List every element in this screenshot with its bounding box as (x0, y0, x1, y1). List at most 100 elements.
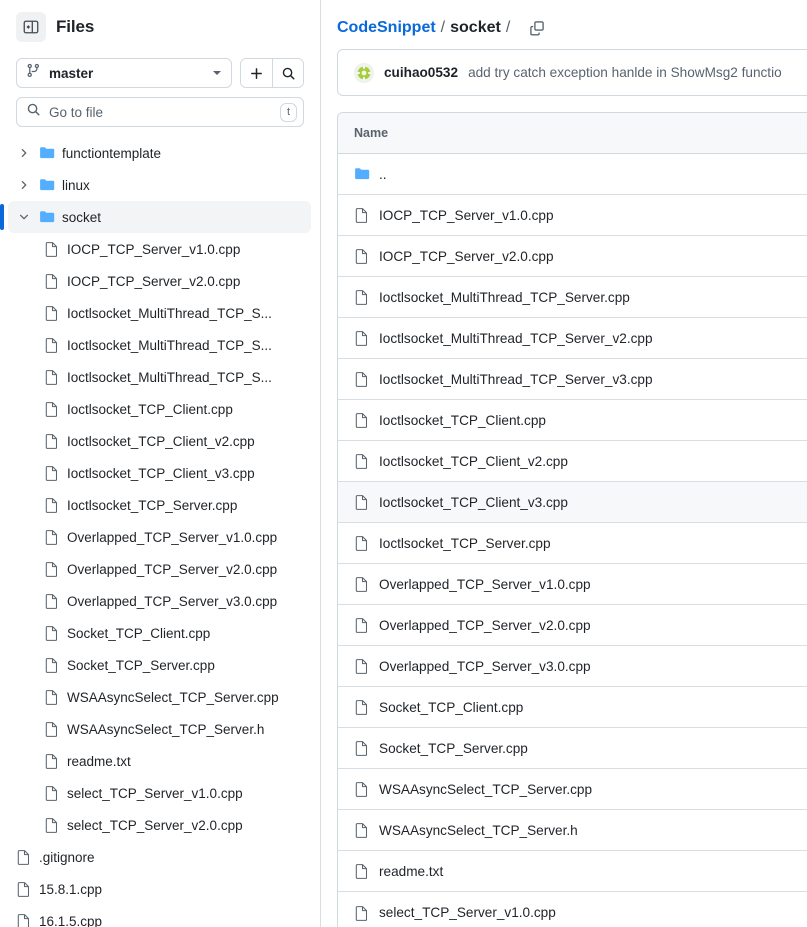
tree-file-item[interactable]: WSAAsyncSelect_TCP_Server.h (8, 713, 311, 745)
commit-message[interactable]: add try catch exception hanlde in ShowMs… (468, 65, 782, 80)
file-name-link[interactable]: Ioctlsocket_TCP_Client.cpp (379, 413, 546, 428)
file-name-link[interactable]: IOCP_TCP_Server_v1.0.cpp (379, 208, 554, 223)
tree-file-item[interactable]: select_TCP_Server_v2.0.cpp (8, 809, 311, 841)
tree-file-item[interactable]: 15.8.1.cpp (8, 873, 311, 905)
file-icon (16, 881, 32, 897)
breadcrumb-current-folder[interactable]: socket (450, 19, 501, 37)
commit-author-link[interactable]: cuihao0532 (384, 65, 458, 80)
tree-file-item[interactable]: Socket_TCP_Client.cpp (8, 617, 311, 649)
table-row[interactable]: WSAAsyncSelect_TCP_Server.cpp (338, 769, 807, 810)
tree-item-label: Ioctlsocket_TCP_Server.cpp (67, 497, 238, 513)
file-name-link[interactable]: Socket_TCP_Server.cpp (379, 741, 528, 756)
tree-file-item[interactable]: IOCP_TCP_Server_v1.0.cpp (8, 233, 311, 265)
git-branch-icon (26, 63, 41, 83)
main-content: CodeSnippet / socket / cuihao0532 add tr… (321, 0, 807, 927)
tree-item-label: socket (62, 209, 102, 225)
file-name-link[interactable]: Overlapped_TCP_Server_v3.0.cpp (379, 659, 591, 674)
table-row[interactable]: readme.txt (338, 851, 807, 892)
github-files-page: Files master Go to file t functiontempla… (0, 0, 807, 927)
file-icon (354, 905, 370, 921)
tree-file-item[interactable]: Overlapped_TCP_Server_v3.0.cpp (8, 585, 311, 617)
sidebar-collapse-icon[interactable] (16, 12, 46, 42)
file-name-link[interactable]: select_TCP_Server_v1.0.cpp (379, 905, 556, 920)
file-name-link[interactable]: .. (379, 167, 387, 182)
page-title: Files (56, 17, 95, 36)
tree-file-item[interactable]: Ioctlsocket_TCP_Client_v3.cpp (8, 457, 311, 489)
tree-file-item[interactable]: readme.txt (8, 745, 311, 777)
file-name-link[interactable]: Ioctlsocket_TCP_Client_v2.cpp (379, 454, 568, 469)
tree-file-item[interactable]: Overlapped_TCP_Server_v1.0.cpp (8, 521, 311, 553)
folder-icon (39, 177, 55, 193)
file-name-link[interactable]: IOCP_TCP_Server_v2.0.cpp (379, 249, 554, 264)
tree-folder-item[interactable]: socket (0, 201, 311, 233)
tree-file-item[interactable]: .gitignore (8, 841, 311, 873)
file-name-link[interactable]: Ioctlsocket_MultiThread_TCP_Server_v3.cp… (379, 372, 653, 387)
add-file-button[interactable] (241, 59, 272, 87)
copy-path-icon[interactable] (528, 19, 546, 37)
table-row[interactable]: Socket_TCP_Server.cpp (338, 728, 807, 769)
table-row[interactable]: .. (338, 154, 807, 195)
avatar[interactable] (354, 62, 374, 83)
tree-item-label: Overlapped_TCP_Server_v1.0.cpp (67, 529, 278, 545)
chevron-right-icon[interactable] (16, 145, 32, 161)
table-row[interactable]: Ioctlsocket_TCP_Server.cpp (338, 523, 807, 564)
table-row[interactable]: Ioctlsocket_MultiThread_TCP_Server.cpp (338, 277, 807, 318)
table-row[interactable]: Ioctlsocket_MultiThread_TCP_Server_v3.cp… (338, 359, 807, 400)
table-row[interactable]: WSAAsyncSelect_TCP_Server.h (338, 810, 807, 851)
tree-file-item[interactable]: Ioctlsocket_MultiThread_TCP_S... (8, 361, 311, 393)
breadcrumb-repo-link[interactable]: CodeSnippet (337, 19, 436, 37)
chevron-right-icon[interactable] (16, 177, 32, 193)
file-icon (354, 740, 370, 756)
tree-file-item[interactable]: Ioctlsocket_TCP_Client_v2.cpp (8, 425, 311, 457)
file-icon (44, 241, 60, 257)
tree-item-label: readme.txt (67, 753, 131, 769)
table-row[interactable]: Socket_TCP_Client.cpp (338, 687, 807, 728)
file-icon (44, 625, 60, 641)
file-tree[interactable]: functiontemplate linux socket IOCP_TCP_Serv… (0, 137, 320, 927)
table-row[interactable]: IOCP_TCP_Server_v2.0.cpp (338, 236, 807, 277)
file-name-link[interactable]: WSAAsyncSelect_TCP_Server.cpp (379, 782, 592, 797)
file-name-link[interactable]: Overlapped_TCP_Server_v1.0.cpp (379, 577, 591, 592)
file-name-link[interactable]: readme.txt (379, 864, 443, 879)
column-header-name: Name (354, 126, 389, 140)
table-row[interactable]: Overlapped_TCP_Server_v1.0.cpp (338, 564, 807, 605)
branch-selector[interactable]: master (16, 58, 232, 88)
file-name-link[interactable]: Socket_TCP_Client.cpp (379, 700, 523, 715)
folder-icon (39, 209, 55, 225)
table-row[interactable]: Ioctlsocket_TCP_Client_v2.cpp (338, 441, 807, 482)
tree-file-item[interactable]: IOCP_TCP_Server_v2.0.cpp (8, 265, 311, 297)
go-to-file-input[interactable]: Go to file t (16, 97, 304, 127)
tree-file-item[interactable]: select_TCP_Server_v1.0.cpp (8, 777, 311, 809)
tree-file-item[interactable]: Ioctlsocket_TCP_Client.cpp (8, 393, 311, 425)
table-row[interactable]: Overlapped_TCP_Server_v2.0.cpp (338, 605, 807, 646)
branch-name-label: master (49, 65, 94, 81)
file-name-link[interactable]: Ioctlsocket_TCP_Server.cpp (379, 536, 551, 551)
tree-file-item[interactable]: WSAAsyncSelect_TCP_Server.cpp (8, 681, 311, 713)
tree-file-item[interactable]: Socket_TCP_Server.cpp (8, 649, 311, 681)
file-name-link[interactable]: Overlapped_TCP_Server_v2.0.cpp (379, 618, 591, 633)
table-row[interactable]: IOCP_TCP_Server_v1.0.cpp (338, 195, 807, 236)
breadcrumb-separator: / (440, 19, 446, 36)
tree-file-item[interactable]: Ioctlsocket_MultiThread_TCP_S... (8, 297, 311, 329)
table-row[interactable]: Ioctlsocket_TCP_Client.cpp (338, 400, 807, 441)
chevron-down-icon[interactable] (16, 209, 32, 225)
file-icon (44, 273, 60, 289)
table-row[interactable]: Ioctlsocket_TCP_Client_v3.cpp (338, 482, 807, 523)
tree-item-label: WSAAsyncSelect_TCP_Server.h (67, 721, 265, 737)
table-row[interactable]: Ioctlsocket_MultiThread_TCP_Server_v2.cp… (338, 318, 807, 359)
table-row[interactable]: select_TCP_Server_v1.0.cpp (338, 892, 807, 927)
tree-folder-item[interactable]: linux (8, 169, 311, 201)
tree-file-item[interactable]: Ioctlsocket_MultiThread_TCP_S... (8, 329, 311, 361)
search-files-button[interactable] (272, 59, 303, 87)
file-name-link[interactable]: Ioctlsocket_MultiThread_TCP_Server.cpp (379, 290, 630, 305)
tree-file-item[interactable]: 16.1.5.cpp (8, 905, 311, 927)
file-name-link[interactable]: Ioctlsocket_MultiThread_TCP_Server_v2.cp… (379, 331, 653, 346)
file-name-link[interactable]: WSAAsyncSelect_TCP_Server.h (379, 823, 578, 838)
file-name-link[interactable]: Ioctlsocket_TCP_Client_v3.cpp (379, 495, 568, 510)
file-tree-sidebar: Files master Go to file t functiontempla… (0, 0, 321, 927)
tree-folder-item[interactable]: functiontemplate (8, 137, 311, 169)
tree-file-item[interactable]: Overlapped_TCP_Server_v2.0.cpp (8, 553, 311, 585)
table-row[interactable]: Overlapped_TCP_Server_v3.0.cpp (338, 646, 807, 687)
tree-file-item[interactable]: Ioctlsocket_TCP_Server.cpp (8, 489, 311, 521)
go-to-file-shortcut-badge: t (279, 102, 297, 122)
